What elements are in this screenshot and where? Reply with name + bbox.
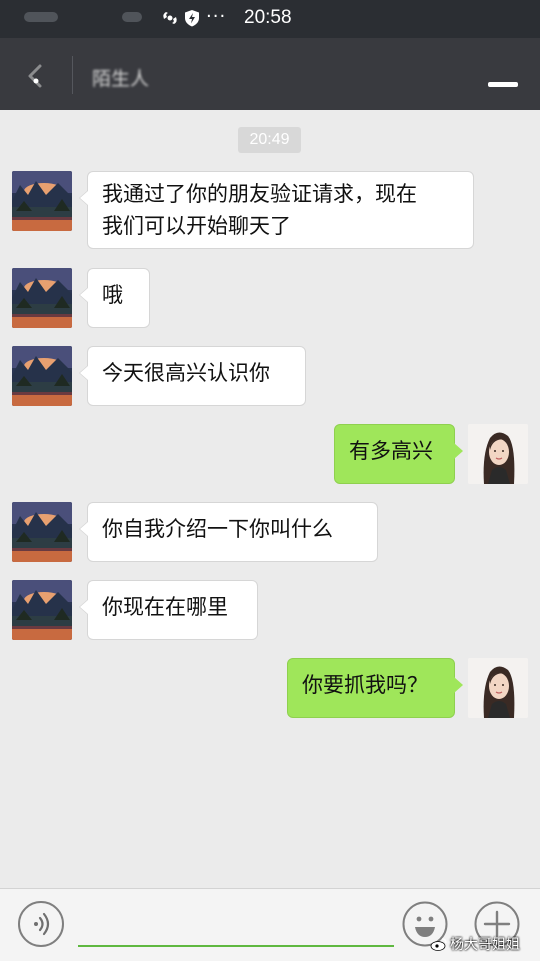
message-bubble-received[interactable]: 哦: [79, 268, 150, 328]
menu-button[interactable]: [482, 72, 528, 96]
back-button[interactable]: [14, 58, 54, 94]
message-bubble-sent[interactable]: 有多高兴: [334, 424, 463, 484]
status-dots: ···: [206, 6, 227, 27]
message-text: 有多高兴: [349, 439, 433, 463]
menu-icon: [488, 82, 518, 87]
shield-charge-icon: [182, 8, 202, 28]
voice-button[interactable]: [18, 901, 64, 947]
back-arrow-icon: [28, 64, 42, 88]
message-timestamp: 20:49: [238, 127, 301, 153]
title-divider: [72, 56, 73, 94]
user-avatar[interactable]: [468, 424, 528, 484]
voice-icon: [34, 912, 50, 936]
contact-avatar[interactable]: [12, 171, 72, 231]
message-text: 你现在在哪里: [102, 595, 228, 619]
chat-title: 陌生人: [92, 68, 150, 90]
sync-icon: [160, 8, 180, 28]
contact-avatar[interactable]: [12, 268, 72, 328]
watermark-text: 杨大哥姐姐: [450, 937, 520, 953]
message-bubble-sent[interactable]: 你要抓我吗？: [287, 658, 463, 718]
title-bar: 陌生人: [0, 38, 540, 110]
message-input[interactable]: [78, 903, 394, 947]
message-text: 我们可以开始聊天了: [102, 214, 291, 238]
message-bubble-received[interactable]: 你现在在哪里: [79, 580, 258, 640]
message-text: 你要抓我吗？: [302, 673, 428, 697]
message-bubble-received[interactable]: 你自我介绍一下你叫什么: [79, 502, 378, 562]
message-text: 你自我介绍一下你叫什么: [102, 517, 333, 541]
user-avatar[interactable]: [468, 658, 528, 718]
message-bubble-received[interactable]: 今天很高兴认识你: [79, 346, 306, 406]
carrier-icon: [24, 12, 58, 22]
status-bar: ··· 20:58: [0, 0, 540, 38]
message-text: 哦: [102, 283, 123, 307]
signal-icon: [122, 12, 142, 22]
weibo-logo-icon: [430, 938, 447, 951]
message-text: 我通过了你的朋友验证请求，现在: [102, 182, 417, 206]
watermark: 杨大哥姐姐: [430, 934, 538, 956]
contact-avatar[interactable]: [12, 580, 72, 640]
status-time: 20:58: [244, 7, 292, 28]
message-bubble-received[interactable]: 我通过了你的朋友验证请求，现在 我们可以开始聊天了: [79, 171, 474, 249]
message-text: 今天很高兴认识你: [102, 361, 270, 385]
contact-avatar[interactable]: [12, 346, 72, 406]
contact-avatar[interactable]: [12, 502, 72, 562]
